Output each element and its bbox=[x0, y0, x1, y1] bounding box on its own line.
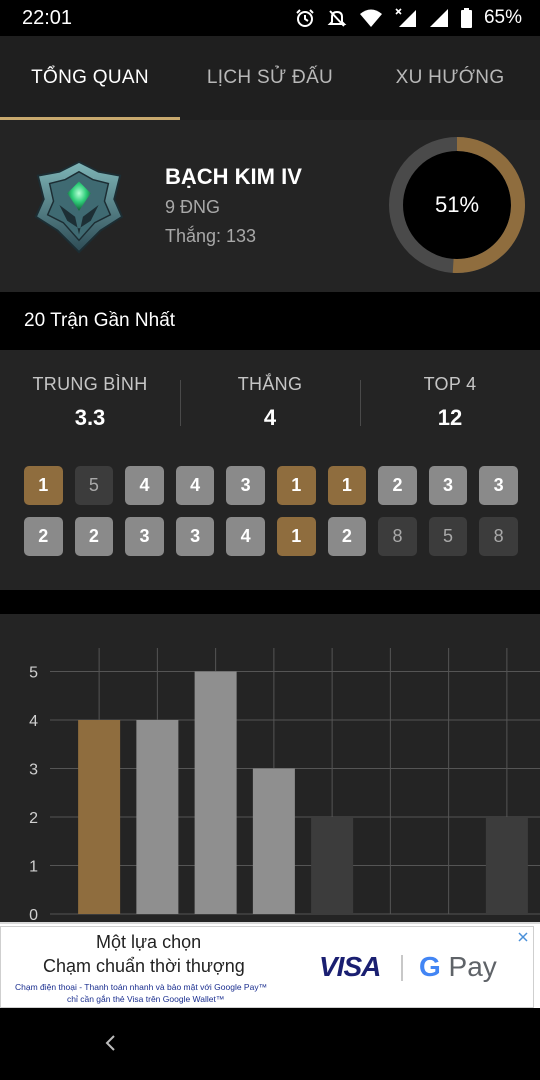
wifi-icon bbox=[359, 9, 382, 27]
status-bar: 22:01 65% bbox=[0, 0, 540, 36]
stat-average-value: 3.3 bbox=[74, 405, 106, 430]
ad-subheadline: Chạm chuẩn thời thượng bbox=[43, 956, 245, 976]
ad-fineprint-2: chỉ cần gắn thẻ Visa trên Google Wallet™ bbox=[67, 994, 225, 1004]
ad-info-icon[interactable] bbox=[517, 931, 529, 943]
mute-icon bbox=[327, 10, 347, 27]
placement-chip[interactable]: 2 bbox=[378, 466, 417, 505]
google-pay-text: Pay bbox=[440, 951, 497, 982]
stat-top4-value: 12 bbox=[437, 405, 463, 430]
y-tick-label: 2 bbox=[29, 810, 38, 827]
chart-bar bbox=[311, 817, 354, 914]
placement-chip[interactable]: 1 bbox=[327, 466, 367, 505]
status-icons: 65% bbox=[295, 7, 522, 29]
placement-chip[interactable]: 3 bbox=[428, 466, 468, 505]
y-tick-label: 4 bbox=[29, 713, 38, 730]
placement-chip[interactable]: 5 bbox=[74, 466, 114, 505]
placement-row: 2233412858 bbox=[24, 517, 518, 556]
google-g: G bbox=[419, 951, 441, 982]
stat-wins-label: THẮNG bbox=[237, 374, 303, 394]
y-tick-label: 5 bbox=[29, 665, 38, 682]
stat-average-label: TRUNG BÌNH bbox=[32, 374, 148, 394]
placement-chip[interactable]: 5 bbox=[428, 517, 468, 556]
stat-wins-value: 4 bbox=[263, 405, 277, 430]
visa-logo: VISA bbox=[319, 951, 381, 982]
ad-banner[interactable]: Một lựa chọn Chạm chuẩn thời thượng Chạm… bbox=[0, 922, 540, 1008]
placement-chip[interactable]: 3 bbox=[125, 517, 164, 556]
back-chevron-icon[interactable] bbox=[100, 1032, 122, 1054]
tab-bar: TỔNG QUAN LỊCH SỬ ĐẤU XU HƯỚNG bbox=[0, 36, 540, 120]
placement-grid: 15443112332233412858 bbox=[24, 466, 518, 568]
cell-signal-icon bbox=[429, 9, 448, 27]
placement-chart-card: 012345 bbox=[0, 614, 540, 924]
y-tick-label: 3 bbox=[29, 762, 38, 779]
tab-overview[interactable]: TỔNG QUAN bbox=[0, 36, 180, 120]
placement-chip[interactable]: 2 bbox=[74, 517, 114, 556]
system-nav-bar bbox=[0, 1008, 540, 1080]
platinum-emblem-icon bbox=[34, 160, 124, 254]
ad-divider bbox=[401, 955, 403, 981]
cell-signal-x-icon bbox=[395, 8, 416, 27]
placement-chip[interactable]: 2 bbox=[24, 517, 63, 556]
placement-chip[interactable]: 8 bbox=[378, 517, 417, 556]
section-gap bbox=[0, 590, 540, 614]
recent-matches-header: 20 Trận Gần Nhất bbox=[0, 292, 540, 350]
placement-chip[interactable]: 4 bbox=[125, 466, 164, 505]
tab-trends[interactable]: XU HƯỚNG bbox=[360, 36, 540, 120]
placement-chip[interactable]: 3 bbox=[175, 517, 215, 556]
placement-chip[interactable]: 4 bbox=[226, 517, 265, 556]
placement-chip[interactable]: 2 bbox=[327, 517, 367, 556]
placement-chip[interactable]: 1 bbox=[24, 466, 63, 505]
stat-top4: TOP 4 12 bbox=[360, 374, 540, 431]
battery-icon bbox=[460, 8, 472, 28]
ad-headline: Một lựa chọn bbox=[96, 932, 202, 952]
chart-bar bbox=[485, 817, 528, 914]
placement-chip[interactable]: 3 bbox=[479, 466, 518, 505]
placement-chip[interactable]: 1 bbox=[276, 517, 316, 556]
stats-card: TRUNG BÌNH 3.3 THẮNG 4 TOP 4 12 15443112… bbox=[0, 350, 540, 590]
stat-top4-label: TOP 4 bbox=[423, 374, 477, 394]
placement-chip[interactable]: 8 bbox=[479, 517, 518, 556]
winrate-label: 51% bbox=[434, 192, 480, 217]
rank-title: BẠCH KIM IV bbox=[165, 164, 302, 189]
google-pay-logo: G Pay bbox=[419, 951, 497, 983]
placement-chip[interactable]: 1 bbox=[276, 466, 316, 505]
status-time: 22:01 bbox=[22, 6, 73, 29]
battery-percent: 65% bbox=[483, 7, 522, 28]
tab-match-history[interactable]: LỊCH SỬ ĐẤU bbox=[180, 36, 360, 120]
ad-content[interactable]: Một lựa chọn Chạm chuẩn thời thượng Chạm… bbox=[0, 926, 534, 1008]
placement-chip[interactable]: 4 bbox=[175, 466, 215, 505]
placement-row: 1544311233 bbox=[24, 466, 518, 505]
rank-wins: Thắng: 133 bbox=[165, 226, 257, 246]
y-tick-label: 1 bbox=[29, 859, 38, 876]
rank-card: BẠCH KIM IV 9 ĐNG Thắng: 133 51% bbox=[0, 120, 540, 292]
chart-bar bbox=[194, 671, 237, 914]
placement-chip[interactable]: 3 bbox=[226, 466, 265, 505]
ad-fineprint-1: Chạm điện thoại - Thanh toán nhanh và bả… bbox=[15, 982, 268, 992]
chart-bar bbox=[252, 768, 295, 914]
chart-bar bbox=[78, 720, 121, 914]
placement-bar-chart: 012345 bbox=[29, 648, 540, 924]
stat-average: TRUNG BÌNH 3.3 bbox=[0, 374, 180, 431]
chart-bar bbox=[136, 720, 179, 914]
alarm-icon bbox=[296, 9, 314, 27]
rank-lp: 9 ĐNG bbox=[165, 197, 221, 217]
stat-wins: THẮNG 4 bbox=[180, 374, 360, 431]
